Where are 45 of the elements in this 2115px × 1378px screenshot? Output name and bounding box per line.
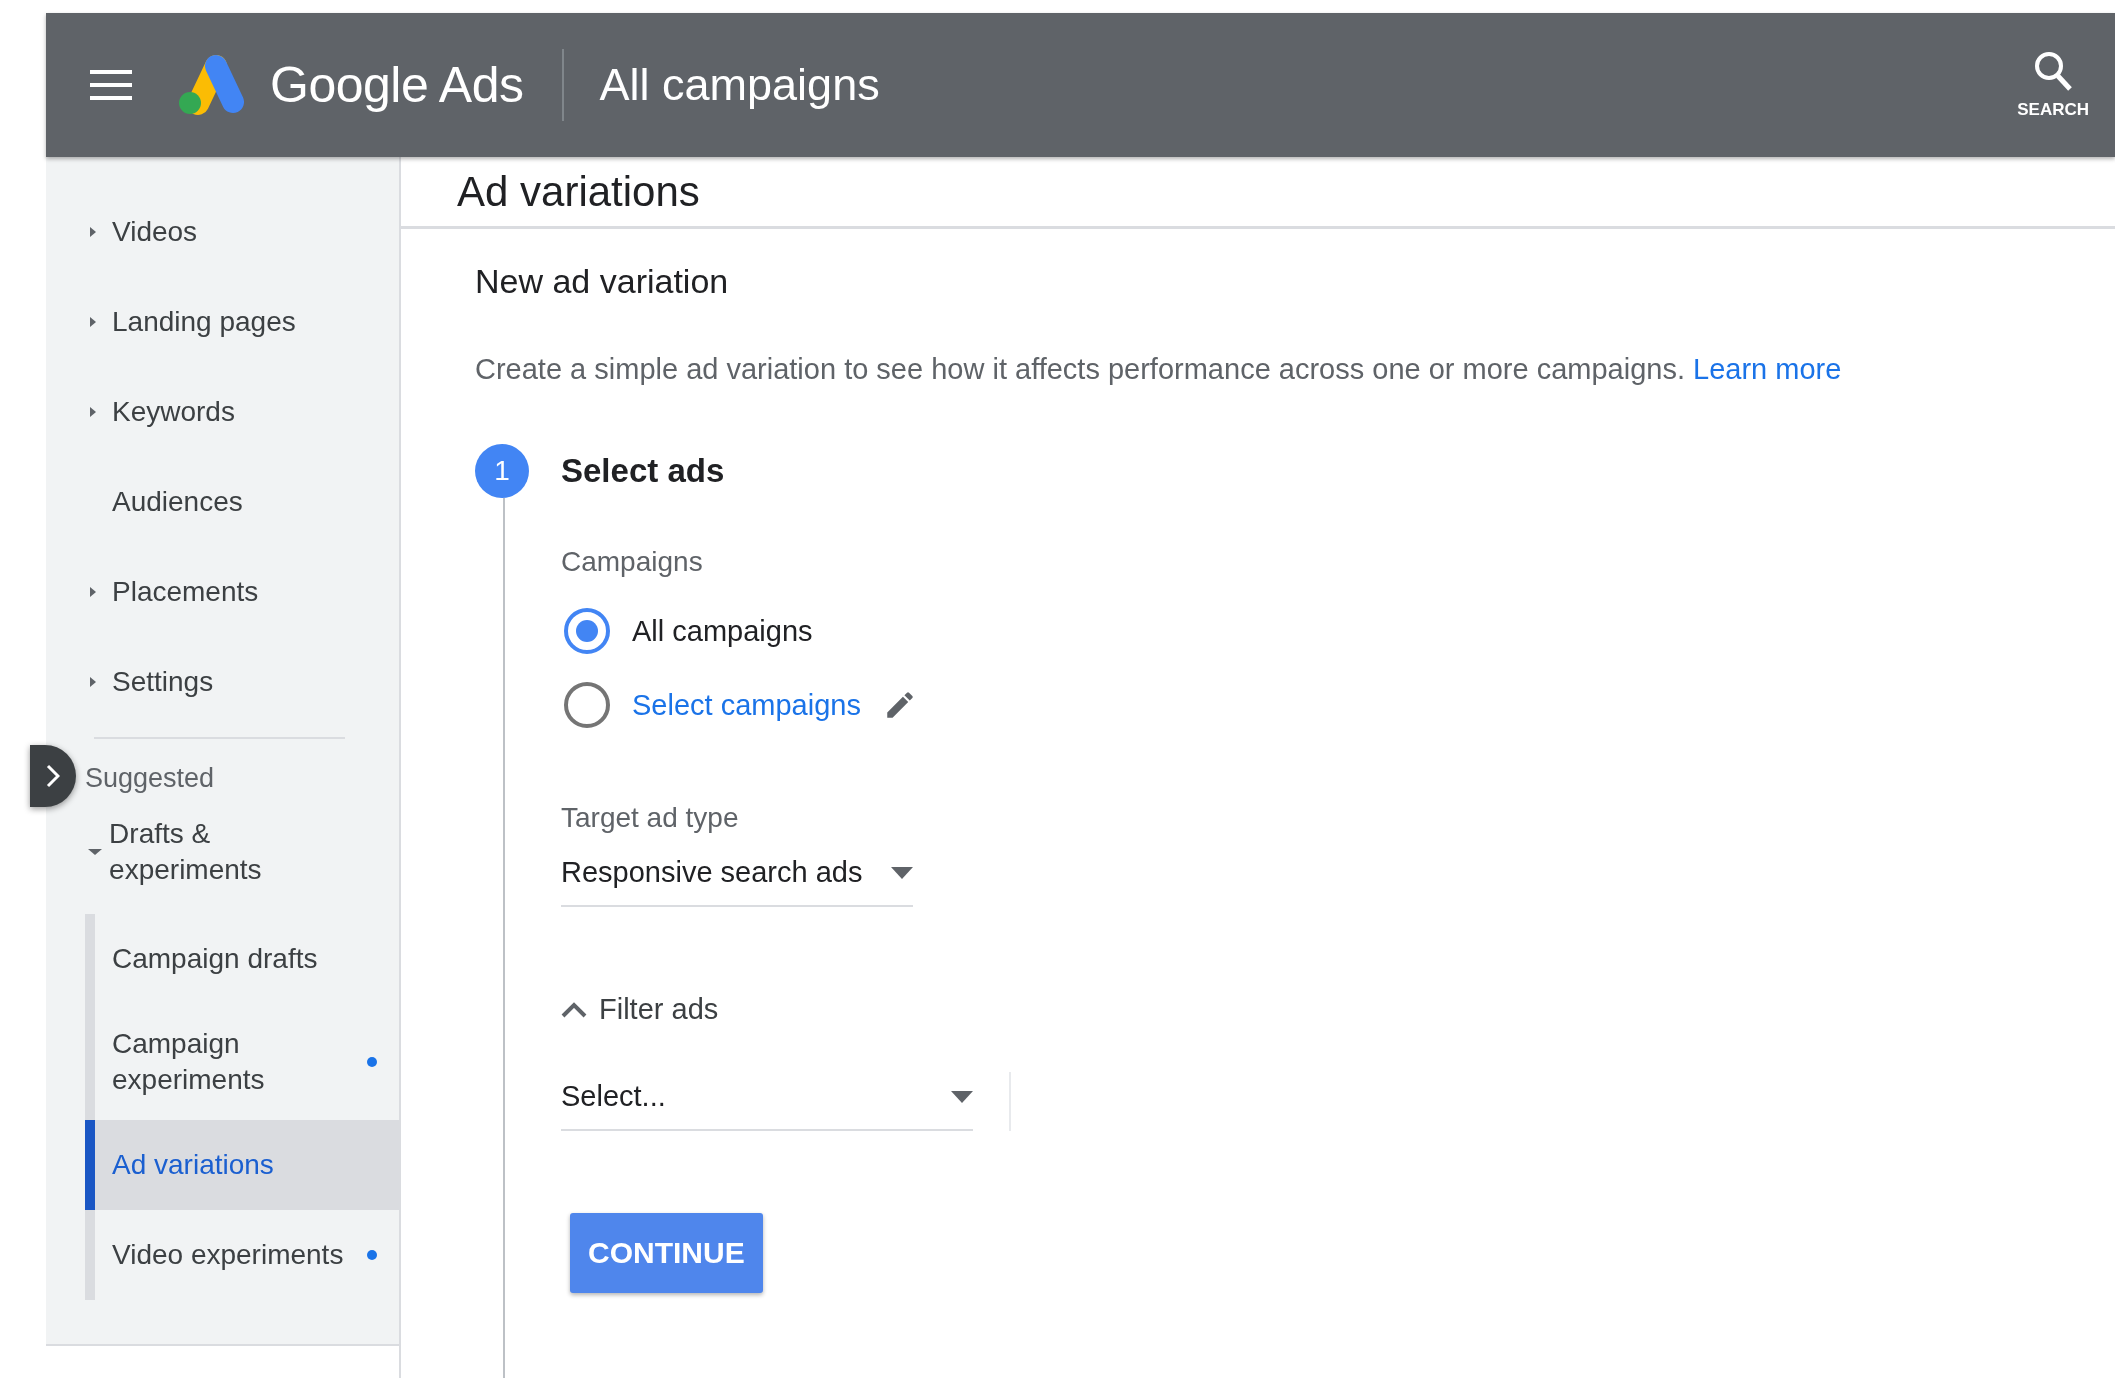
dropdown-caret-icon <box>951 1090 973 1103</box>
field-label: Target ad type <box>561 802 739 834</box>
sidebar-item[interactable]: Videos <box>46 187 399 277</box>
sidebar-item[interactable]: Video experiments <box>85 1210 399 1300</box>
sidebar-item[interactable]: Audiences <box>46 457 399 547</box>
sidebar-item[interactable]: Ad variations <box>85 1120 399 1210</box>
product-name: Google Ads <box>270 56 524 114</box>
sidebar-item[interactable]: Settings <box>46 637 399 727</box>
radio-link[interactable]: Select campaigns <box>632 688 861 722</box>
caret-icon <box>88 675 98 689</box>
learn-more-link[interactable]: Learn more <box>1693 353 1842 385</box>
sidebar-item[interactable]: Placements <box>46 547 399 637</box>
search-icon <box>2033 50 2074 92</box>
expand-handle-button[interactable] <box>30 745 76 807</box>
radio-label: All campaigns <box>632 614 813 648</box>
logo-icon <box>176 54 244 116</box>
step-title: Select ads <box>561 452 726 490</box>
sidebar-item[interactable]: Campaign experiments <box>85 1004 399 1120</box>
dropdown-caret-icon <box>891 866 913 879</box>
step-number: 1 <box>475 444 529 498</box>
sidebar-group[interactable]: Drafts & experiments <box>46 794 399 914</box>
caret-icon <box>88 585 98 599</box>
caret-icon <box>88 847 102 857</box>
description: Create a simple ad variation to see how it affects performance across one or more campaigns. Learn more <box>475 353 1843 386</box>
sidebar-item[interactable]: Campaign drafts <box>85 914 399 1004</box>
caret-icon <box>88 225 98 239</box>
filter-dropdown[interactable]: Select... <box>561 1072 973 1131</box>
form-heading: New ad variation <box>475 262 730 301</box>
continue-button[interactable]: CONTINUE <box>570 1213 763 1293</box>
radio-button[interactable] <box>564 682 610 728</box>
page-title: Ad variations <box>457 167 700 216</box>
menu-icon[interactable] <box>90 69 132 101</box>
sidebar-item[interactable]: Landing pages <box>46 277 399 367</box>
chevron-icon <box>46 764 60 788</box>
caret-icon <box>88 315 98 329</box>
radio-button[interactable] <box>564 608 610 654</box>
search-button[interactable]: SEARCH <box>2011 49 2095 121</box>
ad-type-dropdown[interactable]: Responsive search ads <box>561 848 913 907</box>
header-title: All campaigns <box>599 59 880 111</box>
filter-toggle[interactable]: Filter ads <box>561 993 719 1026</box>
field-label: Campaigns <box>561 546 703 578</box>
sidebar-item[interactable]: Keywords <box>46 367 399 457</box>
section-label: Suggested <box>85 763 215 794</box>
chevron-icon <box>561 1001 587 1018</box>
caret-icon <box>88 405 98 419</box>
